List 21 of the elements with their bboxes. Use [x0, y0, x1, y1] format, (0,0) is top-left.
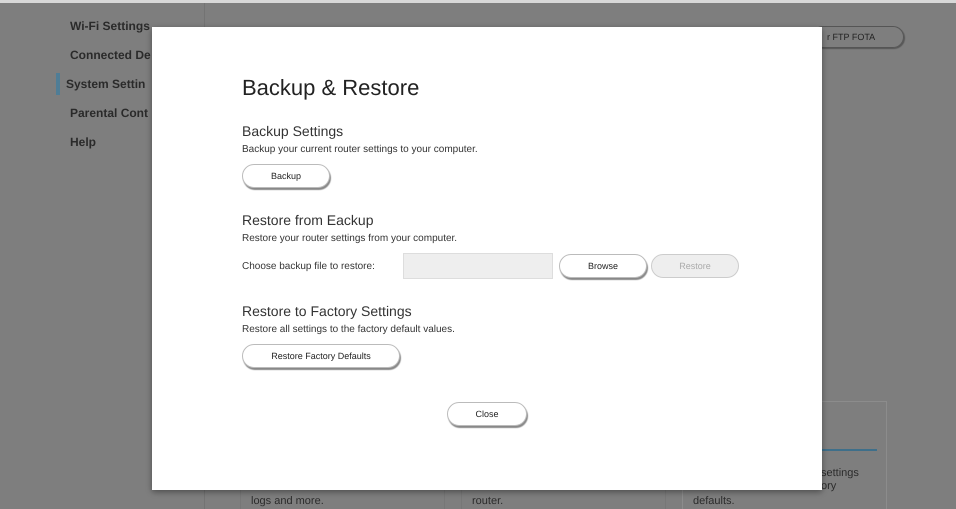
restore-button: Restore — [651, 254, 739, 278]
section-description: Backup your current router settings to your computer. — [242, 144, 478, 155]
section-heading: Backup Settings — [242, 123, 344, 139]
card-text: logs and more. — [251, 495, 325, 508]
accent-rule — [821, 449, 877, 451]
section-description: Restore your router settings from your computer. — [242, 233, 458, 244]
dialog-title: Backup & Restore — [242, 75, 420, 101]
section-description: Restore all settings to the factory default values. — [242, 324, 455, 335]
card-text: ory — [821, 480, 838, 493]
section-heading: Restore from Eackup — [242, 212, 374, 228]
sidebar-item[interactable]: Wi-Fi Settings — [60, 15, 204, 37]
backup-button[interactable]: Backup — [242, 164, 330, 188]
field-label: Choose backup file to restore: — [242, 260, 376, 272]
card-text: defaults. — [693, 495, 736, 508]
card-text: router. — [472, 495, 504, 508]
close-button[interactable]: Close — [447, 402, 527, 426]
section-heading: Restore to Factory Settings — [242, 303, 412, 319]
card-text: settings — [821, 467, 860, 480]
file-path-field[interactable] — [403, 253, 553, 279]
restore-defaults-button[interactable]: Restore Factory Defaults — [242, 344, 400, 368]
browse-button[interactable]: Browse — [559, 254, 647, 278]
